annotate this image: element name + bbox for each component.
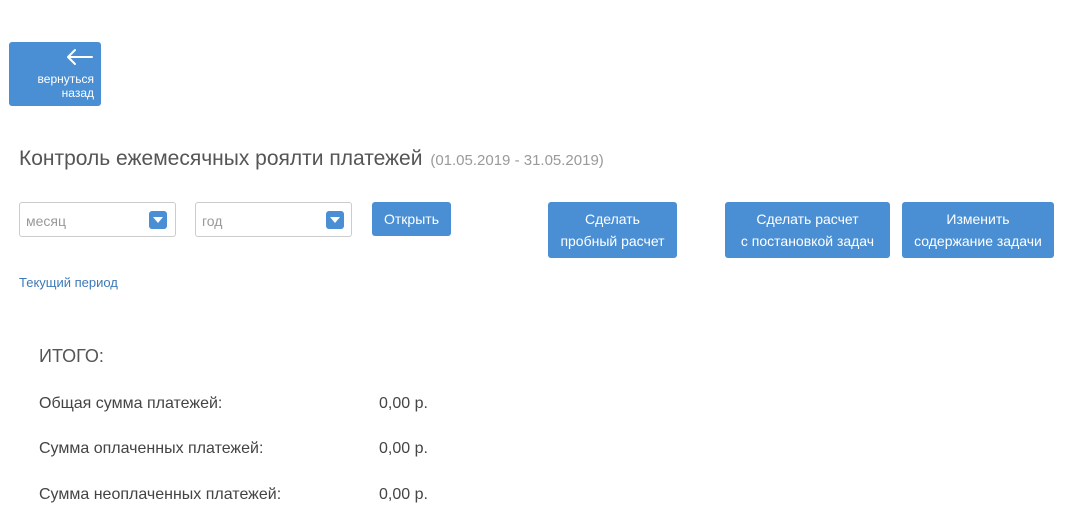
unpaid-sum-value: 0,00 р.	[379, 486, 428, 503]
back-button-label: вернуться назад	[37, 72, 94, 100]
paid-sum-value: 0,00 р.	[379, 440, 428, 457]
totals-heading: ИТОГО:	[39, 346, 104, 366]
paid-sum-label: Сумма оплаченных платежей:	[39, 440, 264, 457]
month-select-placeholder: месяц	[26, 213, 67, 229]
month-select[interactable]: месяц	[19, 202, 176, 237]
change-task-button[interactable]: Изменить содержание задачи	[902, 202, 1054, 258]
page-title-text: Контроль ежемесячных роялти платежей	[19, 147, 423, 170]
back-button[interactable]: вернуться назад	[9, 42, 101, 106]
year-select-placeholder: год	[202, 213, 223, 229]
arrow-left-icon	[67, 49, 93, 65]
open-button[interactable]: Открыть	[372, 202, 451, 236]
total-sum-value: 0,00 р.	[379, 395, 428, 412]
total-sum-label: Общая сумма платежей:	[39, 395, 223, 412]
calc-with-tasks-button[interactable]: Сделать расчет с постановкой задач	[725, 202, 890, 258]
year-select[interactable]: год	[195, 202, 352, 237]
trial-calc-button[interactable]: Сделать пробный расчет	[548, 202, 677, 258]
chevron-down-icon[interactable]	[326, 211, 344, 229]
chevron-down-icon[interactable]	[149, 211, 167, 229]
current-period-link[interactable]: Текущий период	[19, 275, 118, 290]
period-range: (01.05.2019 - 31.05.2019)	[430, 152, 604, 169]
page-title: Контроль ежемесячных роялти платежей (01…	[19, 147, 604, 171]
unpaid-sum-label: Сумма неоплаченных платежей:	[39, 486, 282, 503]
